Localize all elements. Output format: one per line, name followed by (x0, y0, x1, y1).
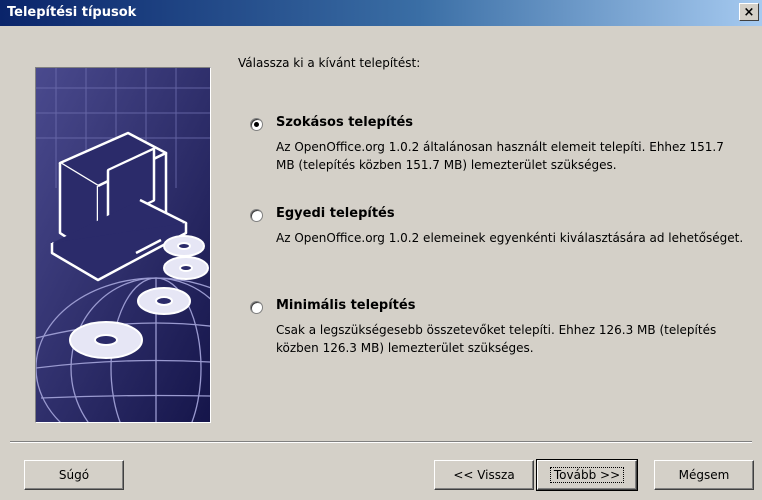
option-typical-description: Az OpenOffice.org 1.0.2 általánosan hasz… (276, 140, 724, 172)
back-button[interactable]: << Vissza (434, 460, 534, 490)
option-typical-title[interactable]: Szokásos telepítés (276, 115, 413, 130)
instruction-text: Válassza ki a kívánt telepítést: (238, 56, 421, 70)
cancel-button[interactable]: Mégsem (654, 460, 754, 490)
option-minimal-title[interactable]: Minimális telepítés (276, 298, 415, 313)
computer-cd-globe-artwork-icon (36, 68, 210, 422)
setup-artwork (35, 67, 211, 423)
option-minimal-description: Csak a legszükségesebb összetevőket tele… (276, 323, 717, 355)
radio-minimal[interactable] (250, 301, 263, 314)
radio-typical[interactable] (250, 118, 263, 131)
installer-dialog: Telepítési típusok × Válassza ki a kíván… (0, 0, 762, 500)
next-button-label: Tovább >> (549, 467, 625, 483)
option-custom-title[interactable]: Egyedi telepítés (276, 206, 395, 221)
radio-selected-dot (254, 122, 259, 127)
option-custom-description: Az OpenOffice.org 1.0.2 elemeinek egyenk… (276, 231, 744, 245)
close-button[interactable]: × (739, 3, 759, 21)
window-title: Telepítési típusok (7, 5, 137, 20)
help-button[interactable]: Súgó (24, 460, 124, 490)
next-button[interactable]: Tovább >> (536, 459, 638, 491)
radio-custom[interactable] (250, 209, 263, 222)
close-icon: × (743, 4, 755, 20)
title-bar: Telepítési típusok × (0, 0, 762, 26)
footer-separator (10, 441, 752, 443)
